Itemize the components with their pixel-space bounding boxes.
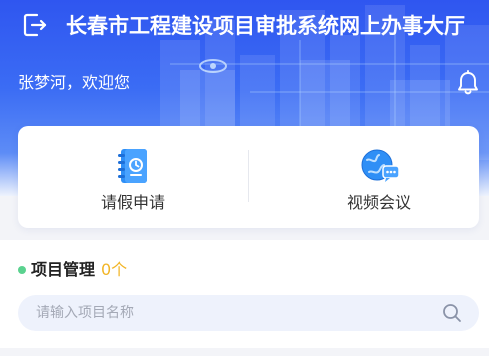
notebook-icon [118,149,147,183]
video-meeting-button[interactable]: 视频会议 [249,126,479,228]
bottom-divider [0,348,489,356]
section-title: 项目管理 [31,260,96,279]
exit-icon[interactable] [22,12,48,38]
video-meeting-label: 视频会议 [347,193,412,212]
project-count: 0个 [101,260,128,279]
leave-application-label: 请假申请 [101,193,166,212]
project-search-input[interactable] [36,295,436,331]
video-meeting-icon [361,149,400,182]
app-page: 长春市工程建设项目审批系统网上办事大厅 张梦河，欢迎您 请假申请 视频会议 项目… [0,0,489,356]
app-title: 长春市工程建设项目审批系统网上办事大厅 [66,14,465,38]
bell-icon[interactable] [456,70,480,96]
header-bar: 长春市工程建设项目审批系统网上办事大厅 [0,0,489,56]
project-search-box [18,295,479,331]
section-marker-dot [18,266,26,274]
welcome-text: 张梦河，欢迎您 [18,73,131,92]
search-icon[interactable] [442,303,462,323]
leave-application-button[interactable]: 请假申请 [18,126,248,228]
project-management-section: 项目管理 0个 [0,240,489,356]
quick-actions-card: 请假申请 视频会议 [18,126,479,228]
